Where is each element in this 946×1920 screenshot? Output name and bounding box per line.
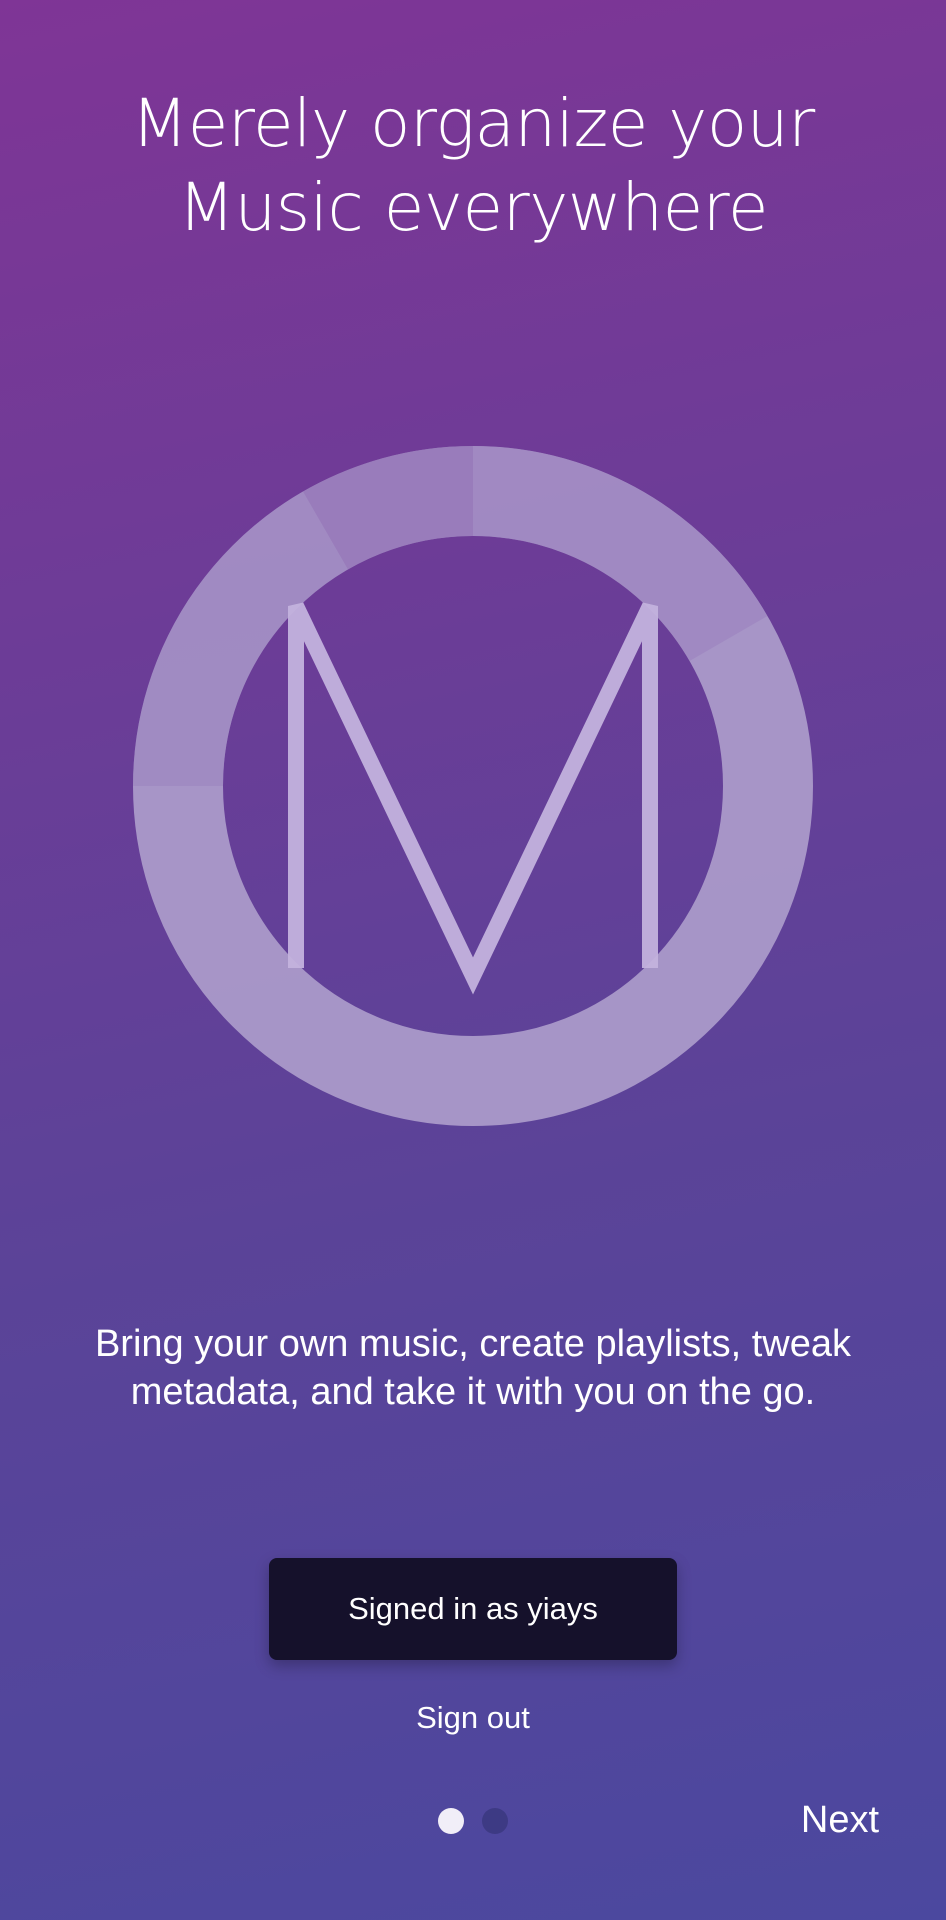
description-line-1: Bring your own music, create playlists, …	[94, 1323, 852, 1365]
signed-in-label: Signed in as yiays	[348, 1591, 598, 1626]
page-title: Merely organize your Music everywhere	[0, 82, 946, 250]
page-dot-2	[482, 1808, 508, 1834]
page-indicator	[438, 1808, 510, 1834]
feature-description: Bring your own music, create playlists, …	[40, 1320, 906, 1416]
onboarding-screen: Merely organize your Music everywhere Br…	[0, 0, 946, 1920]
description-line-2: metadata, and take it with you on the go…	[130, 1371, 816, 1413]
page-dot-1-active	[438, 1808, 464, 1834]
merely-logo-icon	[133, 446, 813, 1126]
headline-line-2: Music everywhere	[178, 169, 768, 246]
sign-out-link[interactable]: Sign out	[373, 1694, 573, 1742]
headline-line-1: Merely organize your	[131, 85, 815, 162]
signed-in-account-button[interactable]: Signed in as yiays	[269, 1558, 677, 1660]
next-button[interactable]: Next	[780, 1792, 900, 1848]
